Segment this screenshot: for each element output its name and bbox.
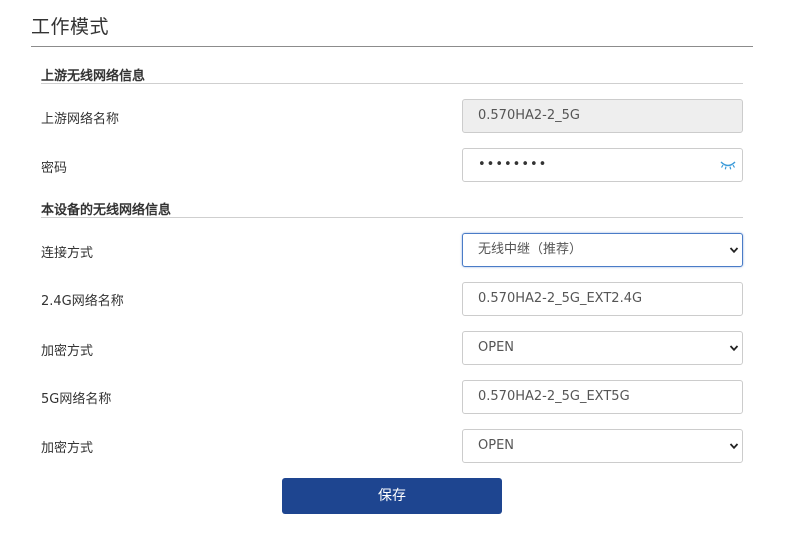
ssid-5g-value: 0.570HA2-2_5G_EXT5G	[478, 389, 630, 404]
password-value: ••••••••	[478, 157, 548, 172]
password-field[interactable]: ••••••••	[462, 148, 743, 182]
encrypt-5g-value: OPEN	[478, 438, 515, 453]
ssid-24g-input[interactable]: 0.570HA2-2_5G_EXT2.4G	[462, 282, 743, 316]
password-label: 密码	[41, 161, 68, 176]
chevron-down-icon	[729, 443, 739, 450]
device-section-title: 本设备的无线网络信息	[41, 203, 172, 218]
chevron-down-icon	[729, 247, 739, 254]
upstream-ssid-value: 0.570HA2-2_5G	[478, 108, 580, 123]
encrypt-24g-value: OPEN	[478, 340, 515, 355]
ssid-5g-label: 5G网络名称	[41, 392, 112, 407]
upstream-ssid-field: 0.570HA2-2_5G	[462, 99, 743, 133]
encrypt-5g-select[interactable]: OPEN	[462, 429, 743, 463]
encrypt-5g-label: 加密方式	[41, 441, 94, 456]
device-section-divider	[41, 217, 743, 218]
upstream-section-divider	[41, 83, 743, 84]
title-divider	[31, 46, 753, 47]
work-mode-page: 工作模式 上游无线网络信息 上游网络名称 0.570HA2-2_5G 密码 ••…	[0, 0, 789, 548]
eye-closed-icon[interactable]	[720, 158, 736, 172]
ssid-24g-label: 2.4G网络名称	[41, 294, 124, 309]
encrypt-24g-select[interactable]: OPEN	[462, 331, 743, 365]
ssid-24g-value: 0.570HA2-2_5G_EXT2.4G	[478, 291, 643, 306]
save-button[interactable]: 保存	[282, 478, 502, 514]
connect-mode-value: 无线中继（推荐）	[478, 242, 583, 257]
connect-mode-label: 连接方式	[41, 246, 94, 261]
ssid-5g-input[interactable]: 0.570HA2-2_5G_EXT5G	[462, 380, 743, 414]
upstream-ssid-label: 上游网络名称	[41, 112, 120, 127]
upstream-section-title: 上游无线网络信息	[41, 69, 146, 84]
page-title: 工作模式	[31, 16, 110, 38]
connect-mode-select[interactable]: 无线中继（推荐）	[462, 233, 743, 267]
encrypt-24g-label: 加密方式	[41, 344, 94, 359]
chevron-down-icon	[729, 345, 739, 352]
